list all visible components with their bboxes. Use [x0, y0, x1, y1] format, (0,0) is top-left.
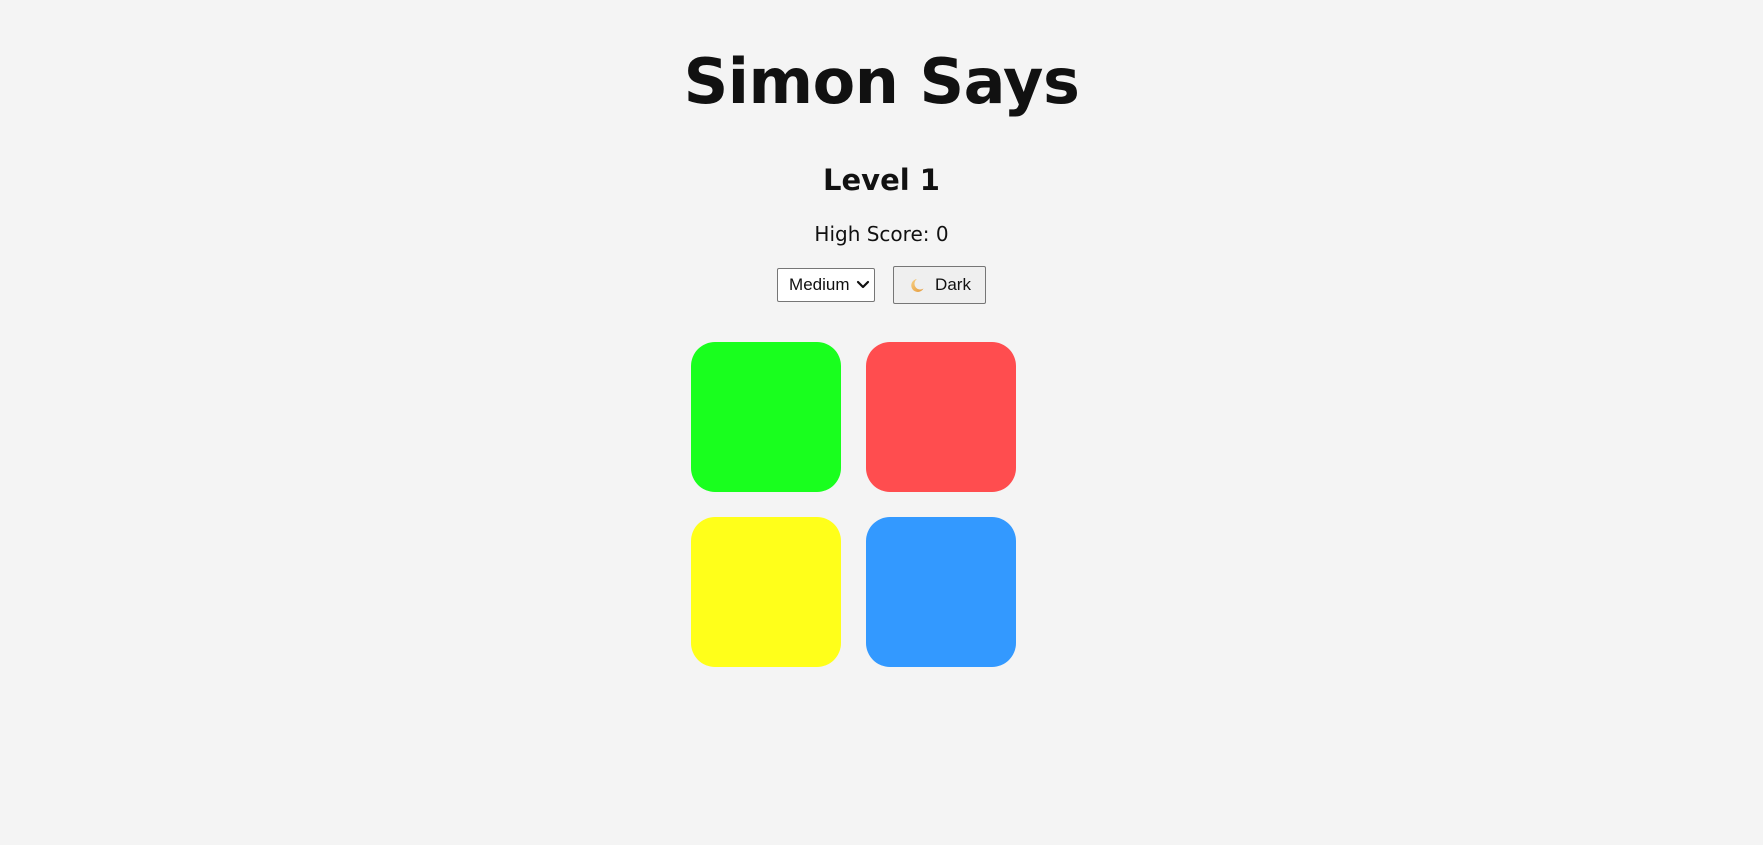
simon-board [691, 342, 1017, 668]
moon-icon [910, 276, 928, 294]
red-pad[interactable] [866, 342, 1016, 492]
simon-says-page: Simon Says Level 1 High Score: 0 Medium [0, 0, 1763, 845]
controls-bar: Medium Dark [0, 266, 1763, 304]
green-pad[interactable] [691, 342, 841, 492]
blue-pad[interactable] [866, 517, 1016, 667]
high-score: High Score: 0 [814, 222, 949, 246]
difficulty-selected-value: Medium [789, 275, 850, 294]
dark-mode-label: Dark [935, 275, 971, 294]
dark-mode-toggle-button[interactable]: Dark [893, 266, 986, 304]
game-title: Simon Says [683, 45, 1080, 118]
level-indicator: Level 1 [823, 163, 940, 197]
chevron-down-icon [852, 280, 874, 290]
difficulty-select[interactable]: Medium [777, 268, 876, 302]
yellow-pad[interactable] [691, 517, 841, 667]
